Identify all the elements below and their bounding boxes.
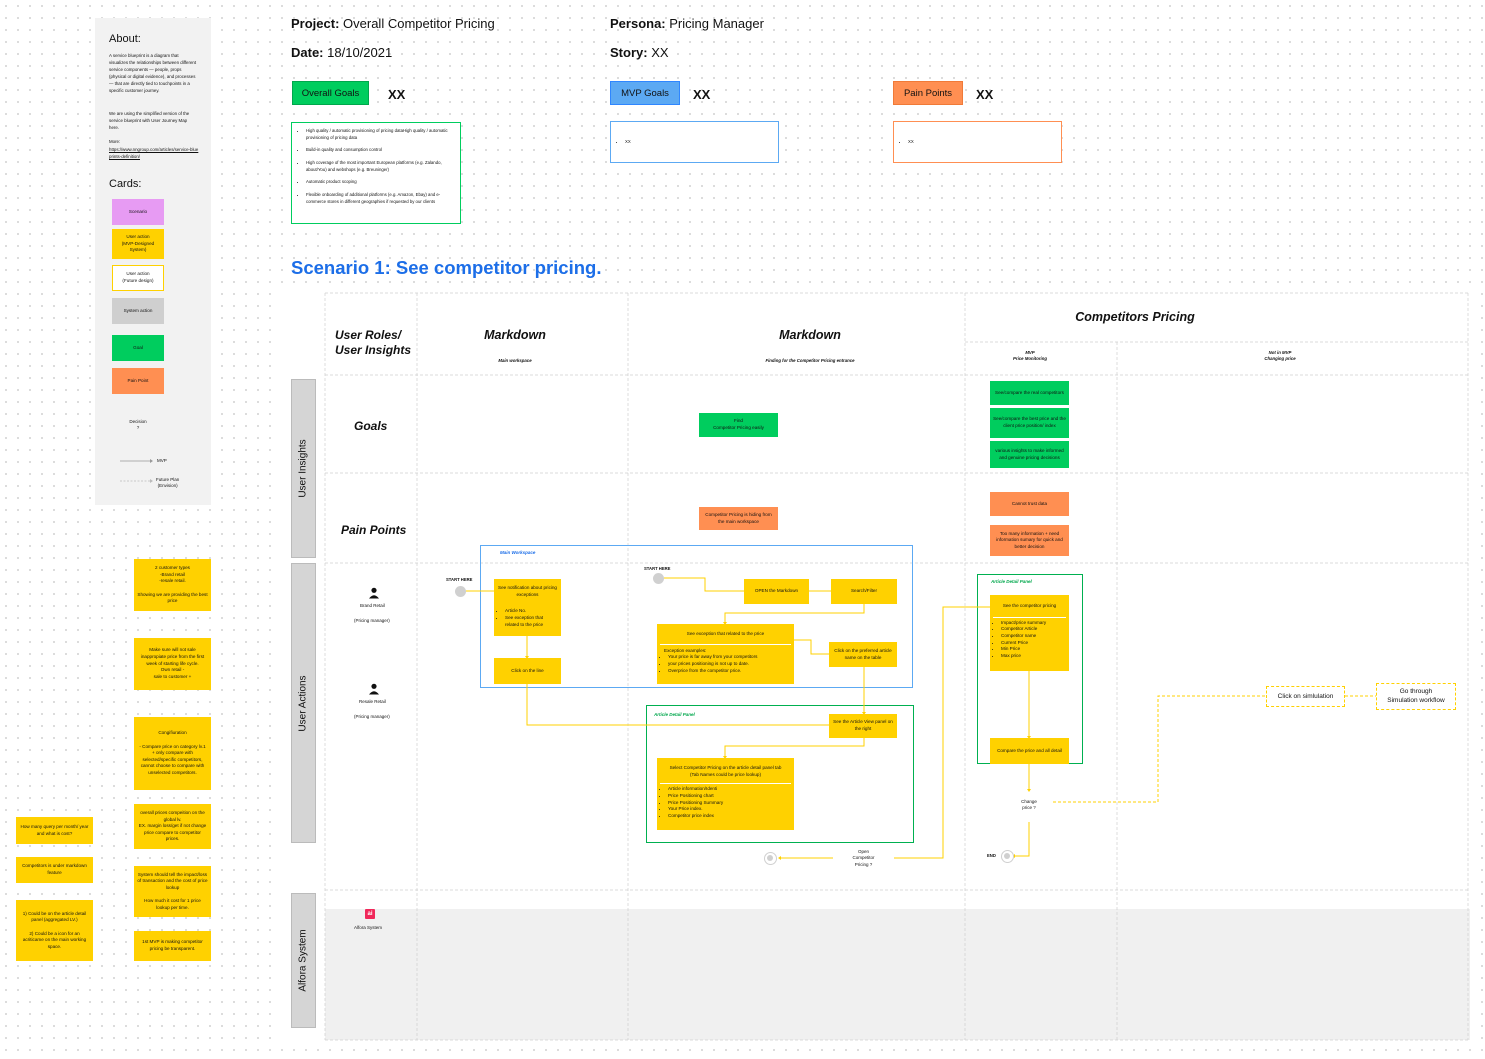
end-label: END xyxy=(987,853,996,858)
open-markdown-card[interactable]: OPEN the Markdown xyxy=(744,579,809,604)
change-price-decision[interactable]: Change price ? xyxy=(1005,788,1053,822)
go-simulation-card[interactable]: Go through Simulation workflow xyxy=(1376,683,1456,710)
select-competitor-pricing-card[interactable]: Select Competitor Pricing on the article… xyxy=(657,758,794,830)
click-line-card[interactable]: Click on the line xyxy=(494,658,561,684)
start-here-label: START HERE xyxy=(446,577,473,582)
notification-card[interactable]: See notification about pricing exception… xyxy=(494,579,561,636)
click-article-name-card[interactable]: Click on the preferred article name on t… xyxy=(829,642,897,667)
open-competitor-pricing-decision[interactable]: Open Competitor Pricing ? xyxy=(833,837,894,880)
search-filter-card[interactable]: Search/Filter xyxy=(831,579,897,604)
flow-connectors xyxy=(466,577,1379,860)
see-article-view-card[interactable]: See the Article View panel on the right xyxy=(829,714,897,738)
start-node[interactable] xyxy=(455,586,466,597)
see-competitor-pricing-card[interactable]: See the competitor pricing Impact/price … xyxy=(990,595,1069,671)
exception-card[interactable]: See exception that related to the price … xyxy=(657,624,794,684)
start-here-label: START HERE xyxy=(644,566,671,571)
compare-price-card[interactable]: Compare the price and all detail xyxy=(990,738,1069,764)
end-node xyxy=(764,852,777,865)
end-node xyxy=(1001,850,1014,863)
start-node[interactable] xyxy=(653,573,664,584)
click-simulation-card[interactable]: Click on simlulation xyxy=(1266,686,1345,707)
